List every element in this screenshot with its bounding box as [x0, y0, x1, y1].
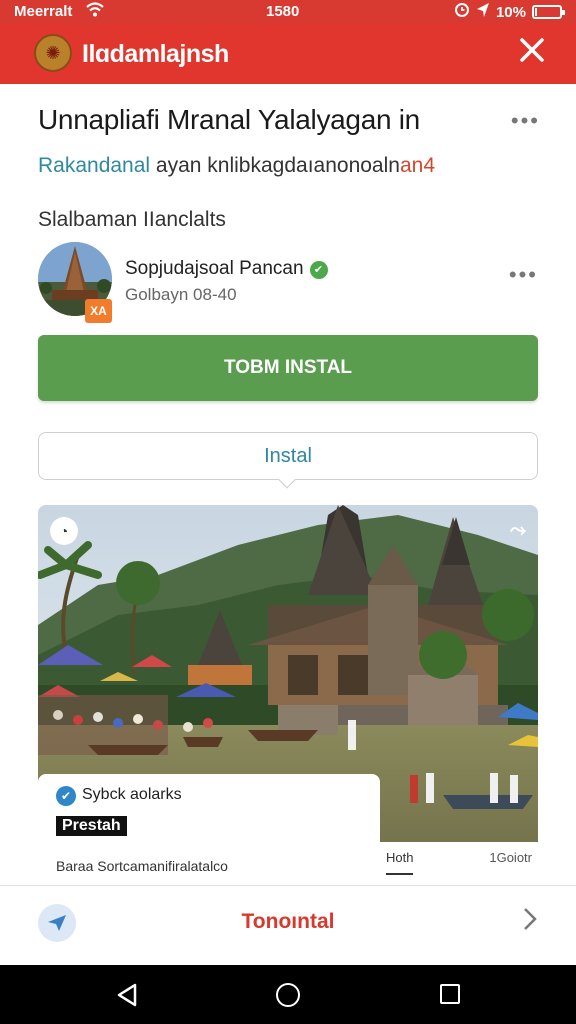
clock-icon: ◔	[50, 517, 78, 545]
alarm-icon	[454, 2, 470, 22]
back-icon[interactable]	[116, 983, 138, 1012]
overlay-tag: Prestah	[56, 816, 127, 836]
bottom-action-label[interactable]: Tonoıntal	[0, 910, 576, 934]
location-icon	[476, 2, 490, 22]
side-tab[interactable]: Hoth	[386, 850, 414, 875]
close-icon	[520, 38, 544, 62]
battery-icon	[532, 5, 565, 19]
primary-install-button[interactable]: TOBM INSTAL	[38, 335, 538, 401]
status-bar: Meerralt 1580 10%	[0, 0, 576, 24]
profile-name-text: Sopjudajsoal Pancan	[125, 258, 304, 279]
carrier-name: Meerralt	[14, 3, 73, 20]
close-button[interactable]	[514, 36, 550, 72]
page-subtitle: Rakandanal ayan knlibkagdaıanonoalnan4	[38, 154, 435, 178]
install-button-label: Instal	[264, 445, 312, 467]
app-title: Ilɑdamlajnsh	[82, 40, 229, 68]
system-nav-bar	[0, 965, 576, 1024]
media-overlay-card[interactable]: ✔ Sybck aolarks Prestah Baraa Sortcamani…	[38, 774, 380, 886]
subtitle-accent: Rakandanal	[38, 154, 151, 177]
subtitle-tail: an4	[399, 154, 436, 177]
avatar-badge: XA	[85, 299, 112, 323]
bottom-action-bar: Tonoıntal	[0, 885, 576, 965]
more-options-icon[interactable]: •••	[511, 108, 540, 134]
battery-level	[535, 8, 537, 16]
profile-more-icon[interactable]: •••	[509, 262, 538, 288]
profile-name[interactable]: Sopjudajsoal Pancan ✔	[125, 258, 328, 280]
share-icon[interactable]: ⤳	[510, 519, 526, 542]
overlay-title: Sybck aolarks	[82, 786, 182, 803]
verified-icon: ✔	[309, 261, 328, 279]
battery-percent: 10%	[495, 3, 526, 21]
section-label: Slalbaman IIanclalts	[38, 208, 226, 231]
media-side-panel: Hoth 1Goiotr	[380, 842, 538, 886]
page-title: Unnapliafi Mranal Yalalyagan in	[38, 104, 420, 135]
clock-time: 1580	[266, 3, 300, 20]
subtitle-main: ayan knlibkagdaıanonoaln	[150, 154, 400, 177]
tooltip-notch	[278, 471, 296, 489]
chevron-right-icon[interactable]	[522, 906, 538, 939]
install-button[interactable]: Instal	[38, 432, 538, 489]
overlay-caption: Baraa Sortcamanifiralatalco	[56, 858, 228, 874]
recents-icon[interactable]	[440, 984, 460, 1004]
check-icon: ✔	[56, 786, 76, 806]
side-stat: 1Goiotr	[489, 850, 532, 865]
emblem-icon: ✺	[34, 34, 72, 72]
home-icon[interactable]	[276, 983, 300, 1007]
app-bar: ✺ Ilɑdamlajnsh	[0, 24, 576, 84]
profile-subtitle: Golbayn 08-40	[125, 285, 237, 304]
wifi-icon	[86, 2, 104, 22]
status-right: 10%	[454, 2, 565, 22]
